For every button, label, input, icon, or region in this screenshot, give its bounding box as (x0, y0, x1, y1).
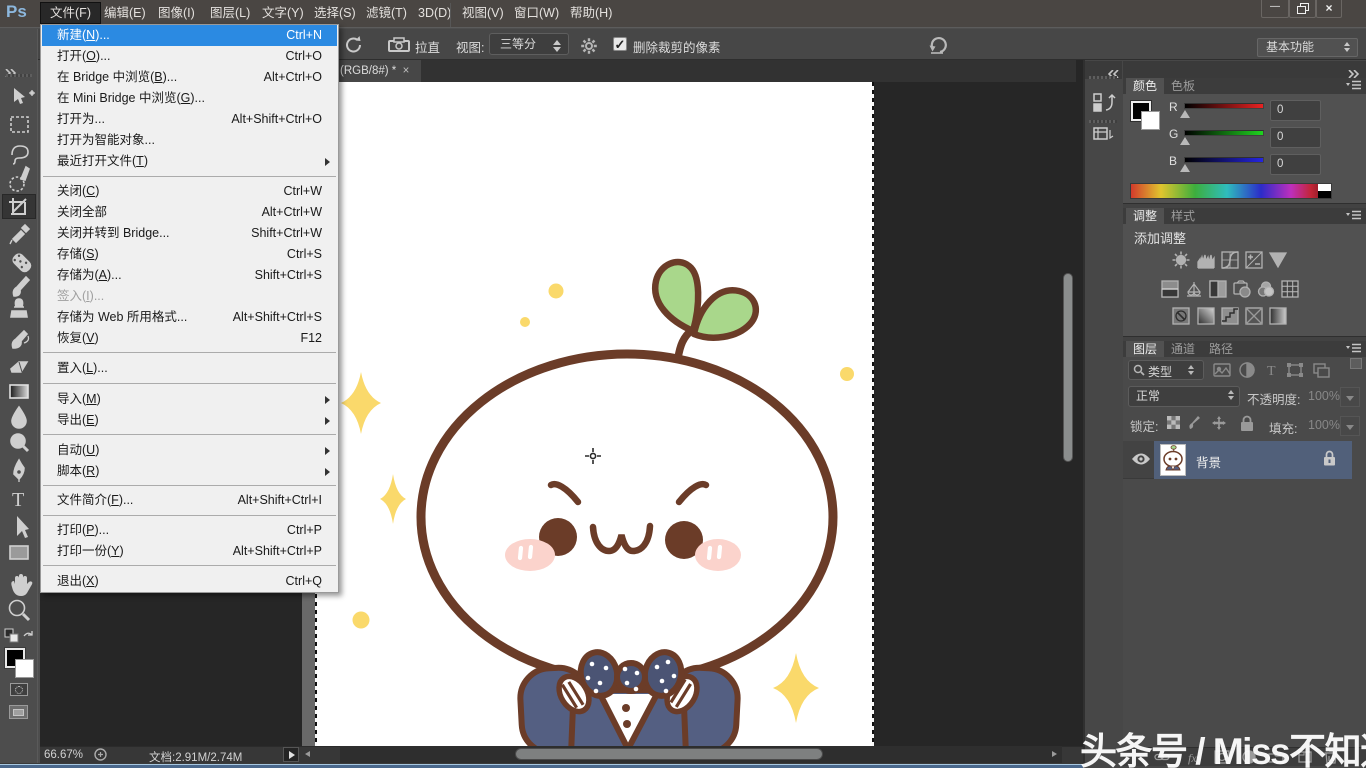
svg-text:T: T (12, 489, 24, 511)
svg-text:T: T (1267, 364, 1276, 379)
